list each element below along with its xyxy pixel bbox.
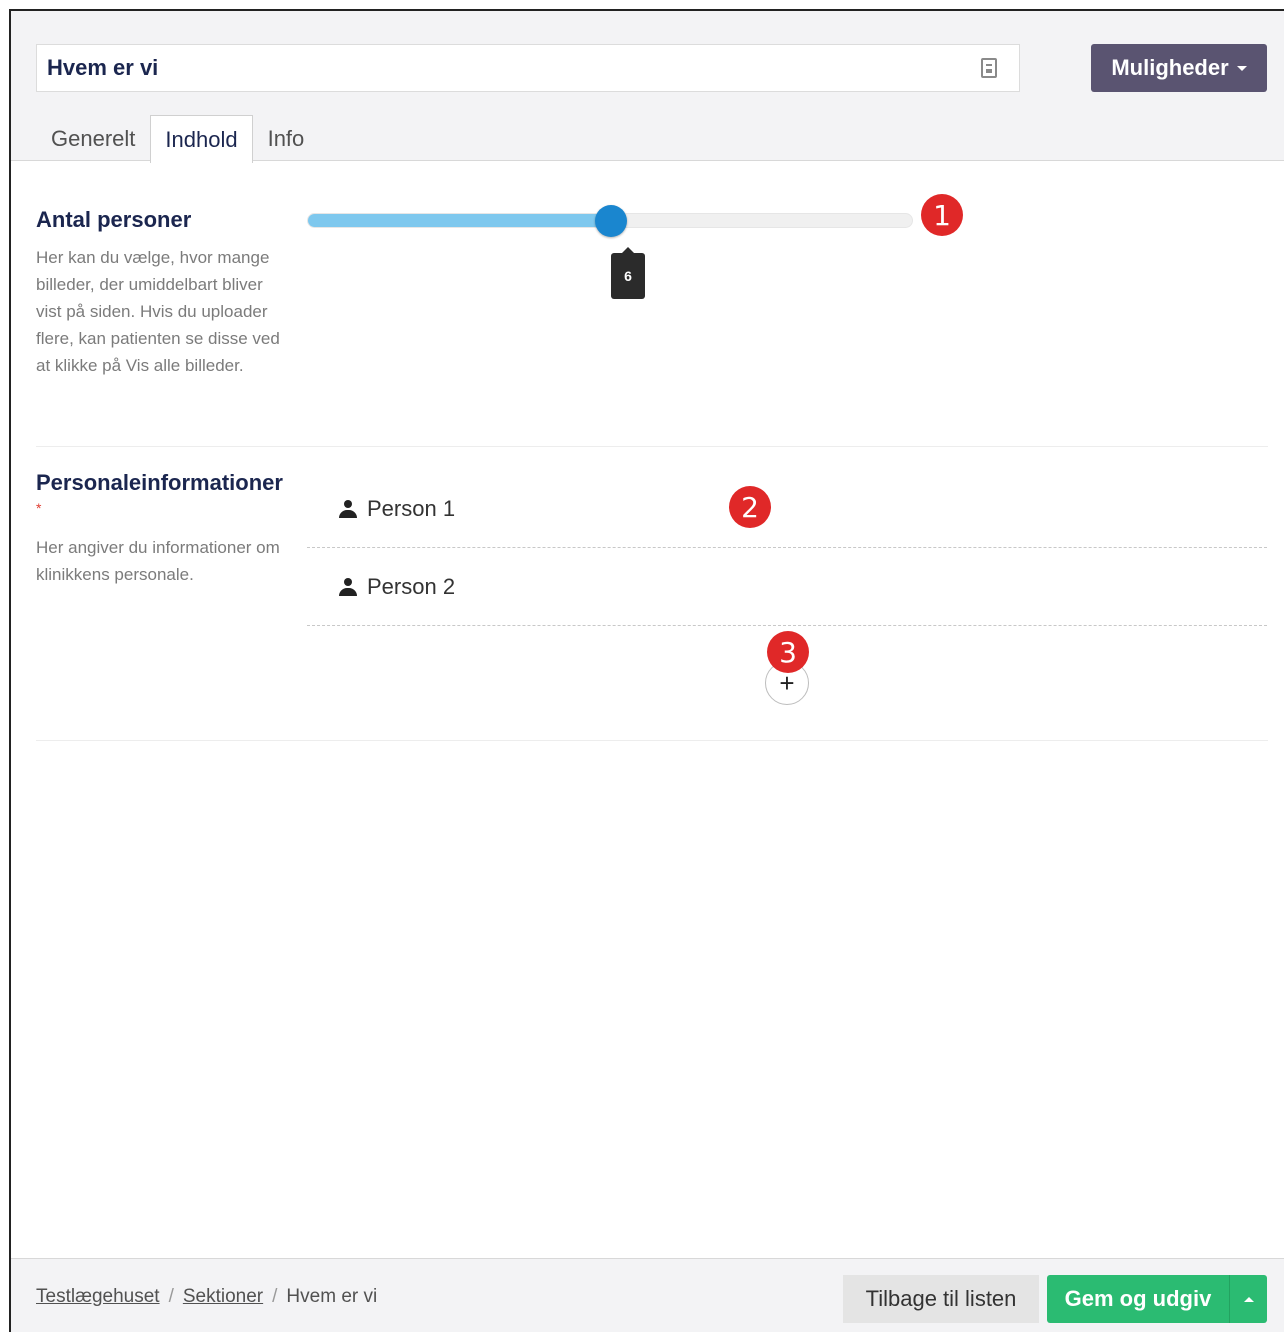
document-icon[interactable] [981,58,997,78]
breadcrumb: Testlægehuset / Sektioner / Hvem er vi [36,1286,377,1308]
person-label: Person 1 [367,495,456,521]
section-name-field[interactable] [36,44,1020,92]
editor-footer: Testlægehuset / Sektioner / Hvem er vi T… [11,1258,1284,1332]
editor-header: Muligheder Generelt Indhold Info [11,11,1284,163]
save-publish-button[interactable]: Gem og udgiv [1047,1275,1229,1323]
plus-icon: + [779,668,795,698]
callout-badge-2: 2 [729,486,771,528]
breadcrumb-link-sections[interactable]: Sektioner [183,1286,263,1308]
section-divider [36,740,1268,741]
tab-generelt[interactable]: Generelt [36,115,150,162]
section-count-description: Her kan du vælge, hvor mange billeder, d… [36,248,280,375]
options-button[interactable]: Muligheder [1091,44,1267,92]
person-list-item[interactable]: Person 1 [307,470,1267,548]
breadcrumb-separator: / [168,1286,174,1307]
section-staff-description: Her angiver du informationer om klinikke… [36,538,280,584]
breadcrumb-current: Hvem er vi [286,1286,378,1307]
tab-bar: Generelt Indhold Info [36,115,320,163]
caret-up-icon [1243,1296,1254,1302]
options-label: Muligheder [1111,55,1229,80]
user-icon [339,499,357,518]
slider-value-tooltip: 6 [611,247,645,299]
section-count: Antal personer Her kan du vælge, hvor ma… [36,207,1268,379]
slider-fill [308,214,611,227]
editor-frame: Muligheder Generelt Indhold Info Antal p… [9,9,1284,1332]
callout-badge-3: 3 [767,631,809,673]
tab-indhold[interactable]: Indhold [150,115,253,163]
breadcrumb-separator: / [272,1286,278,1307]
person-label: Person 2 [367,573,456,599]
back-to-list-button[interactable]: Tilbage til listen [843,1275,1039,1323]
section-name-input[interactable] [37,45,1019,91]
caret-down-icon [1236,65,1247,71]
person-list-item[interactable]: Person 2 [307,548,1267,626]
tab-info[interactable]: Info [253,115,320,162]
slider-handle[interactable] [595,205,627,237]
breadcrumb-link-home[interactable]: Testlægehuset [36,1286,160,1308]
user-icon [339,577,357,596]
callout-badge-1: 1 [921,194,963,236]
person-count-slider[interactable] [307,205,913,237]
section-divider [36,446,1268,447]
save-options-toggle[interactable] [1229,1275,1267,1323]
